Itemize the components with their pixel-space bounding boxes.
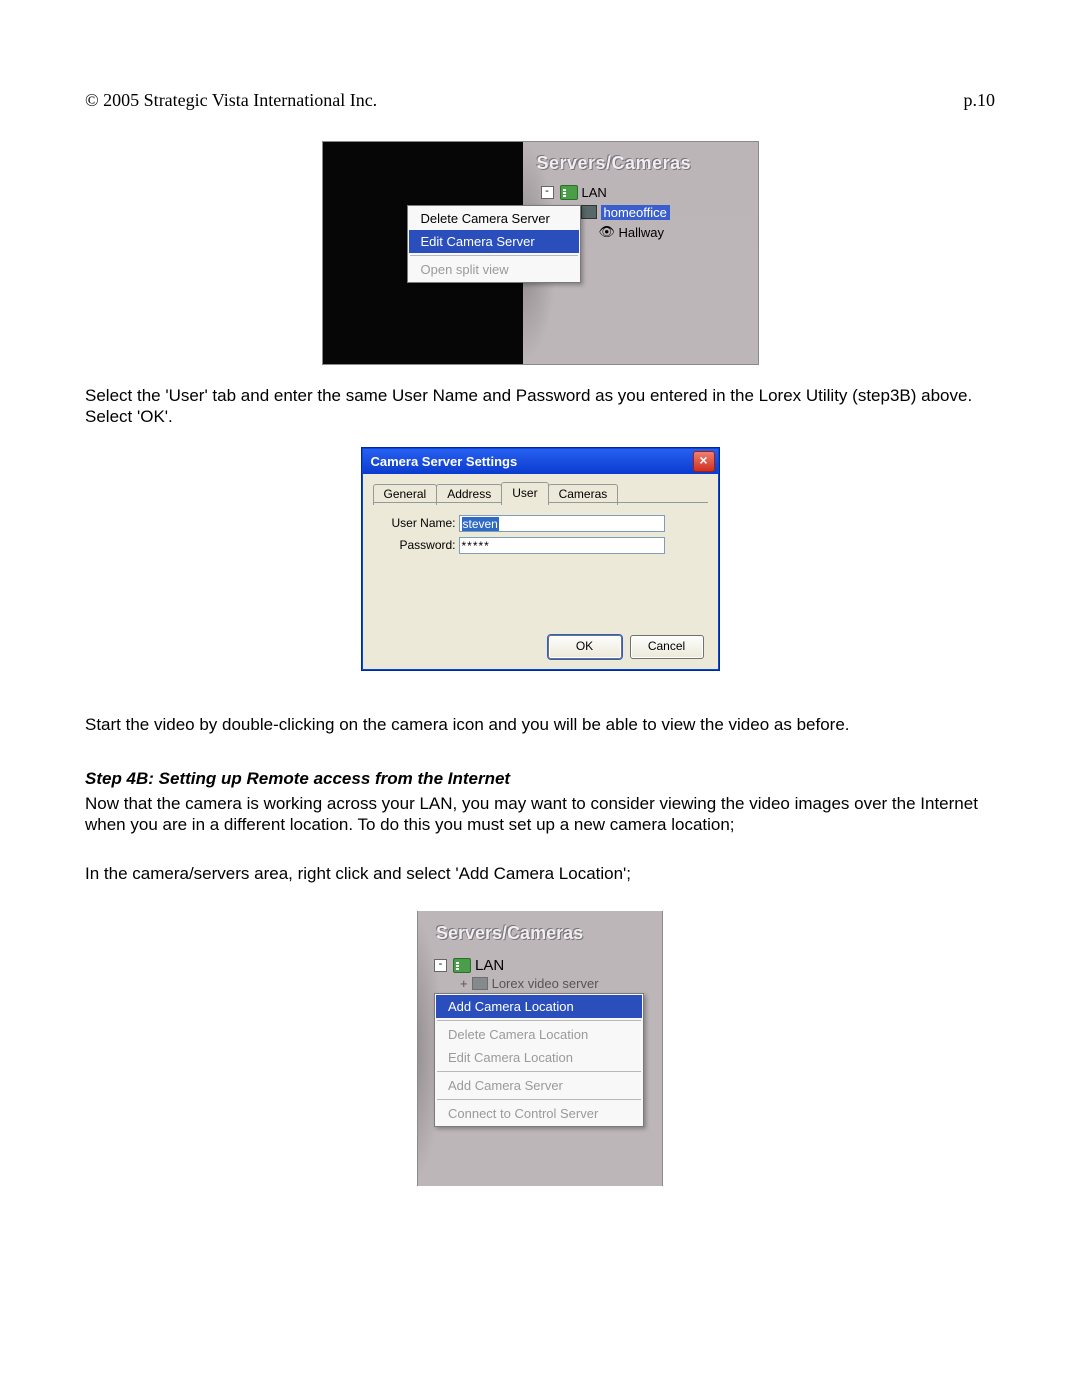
- tree-lan-label: LAN: [475, 957, 504, 974]
- tree-node-lan[interactable]: - LAN: [541, 182, 670, 202]
- tab-user[interactable]: User: [501, 482, 548, 503]
- collapse-icon[interactable]: -: [434, 959, 447, 972]
- menu-item-delete-location: Delete Camera Location: [436, 1023, 642, 1046]
- lan-icon: [560, 185, 578, 200]
- ok-button[interactable]: OK: [548, 635, 622, 659]
- page-number: p.10: [964, 90, 996, 111]
- menu-separator: [437, 1071, 641, 1072]
- menu-item-open-split: Open split view: [409, 258, 579, 281]
- label-username: User Name:: [388, 516, 456, 530]
- instruction-paragraph-3: Now that the camera is working across yo…: [85, 793, 995, 836]
- tree-node-lan[interactable]: - LAN: [434, 955, 599, 977]
- tree-camera-label: Hallway: [619, 225, 665, 240]
- menu-separator: [410, 255, 578, 256]
- copyright-text: © 2005 Strategic Vista International Inc…: [85, 90, 377, 111]
- panel-title: Servers/Cameras: [537, 153, 737, 174]
- dialog-title: Camera Server Settings: [371, 454, 518, 469]
- tree-node-hallway[interactable]: 👁 Hallway: [599, 222, 670, 242]
- screenshot-context-menu-servers: Servers/Cameras - LAN homeoffice 👁 Hallw…: [322, 141, 759, 365]
- tree-lan-label: LAN: [582, 185, 607, 200]
- instruction-paragraph-1: Select the 'User' tab and enter the same…: [85, 385, 995, 428]
- menu-item-edit-server[interactable]: Edit Camera Server: [409, 230, 579, 253]
- context-menu-server: Delete Camera Server Edit Camera Server …: [407, 205, 581, 283]
- menu-separator: [437, 1020, 641, 1021]
- context-menu-location: Add Camera Location Delete Camera Locati…: [434, 993, 644, 1127]
- label-password: Password:: [388, 538, 456, 552]
- server-icon: [581, 205, 597, 219]
- camera-icon: 👁: [599, 224, 615, 240]
- tree-node-server-partial[interactable]: + Lorex video server: [460, 977, 599, 991]
- lan-icon: [453, 958, 471, 973]
- instruction-paragraph-2: Start the video by double-clicking on th…: [85, 714, 995, 735]
- close-icon[interactable]: ×: [693, 451, 715, 472]
- menu-item-add-location[interactable]: Add Camera Location: [436, 995, 642, 1018]
- dialog-titlebar[interactable]: Camera Server Settings ×: [363, 449, 718, 474]
- step-4b-heading: Step 4B: Setting up Remote access from t…: [85, 769, 995, 789]
- menu-separator: [437, 1099, 641, 1100]
- input-password[interactable]: *****: [459, 537, 665, 554]
- panel-title: Servers/Cameras: [436, 923, 583, 944]
- collapse-icon[interactable]: -: [541, 186, 554, 199]
- cancel-button[interactable]: Cancel: [630, 635, 704, 659]
- tree-server-label: Lorex video server: [492, 977, 599, 991]
- camera-server-settings-dialog: Camera Server Settings × General Address…: [362, 448, 719, 670]
- menu-item-edit-location: Edit Camera Location: [436, 1046, 642, 1069]
- server-icon: [472, 977, 488, 990]
- instruction-paragraph-4: In the camera/servers area, right click …: [85, 863, 995, 884]
- screenshot-add-camera-location: Servers/Cameras - LAN + Lorex video serv…: [417, 911, 663, 1186]
- tree-server-label: homeoffice: [601, 205, 670, 220]
- input-username[interactable]: steven: [459, 515, 665, 532]
- menu-item-delete-server[interactable]: Delete Camera Server: [409, 207, 579, 230]
- menu-item-connect-control: Connect to Control Server: [436, 1102, 642, 1125]
- menu-item-add-server: Add Camera Server: [436, 1074, 642, 1097]
- tree-node-homeoffice[interactable]: homeoffice: [581, 202, 670, 222]
